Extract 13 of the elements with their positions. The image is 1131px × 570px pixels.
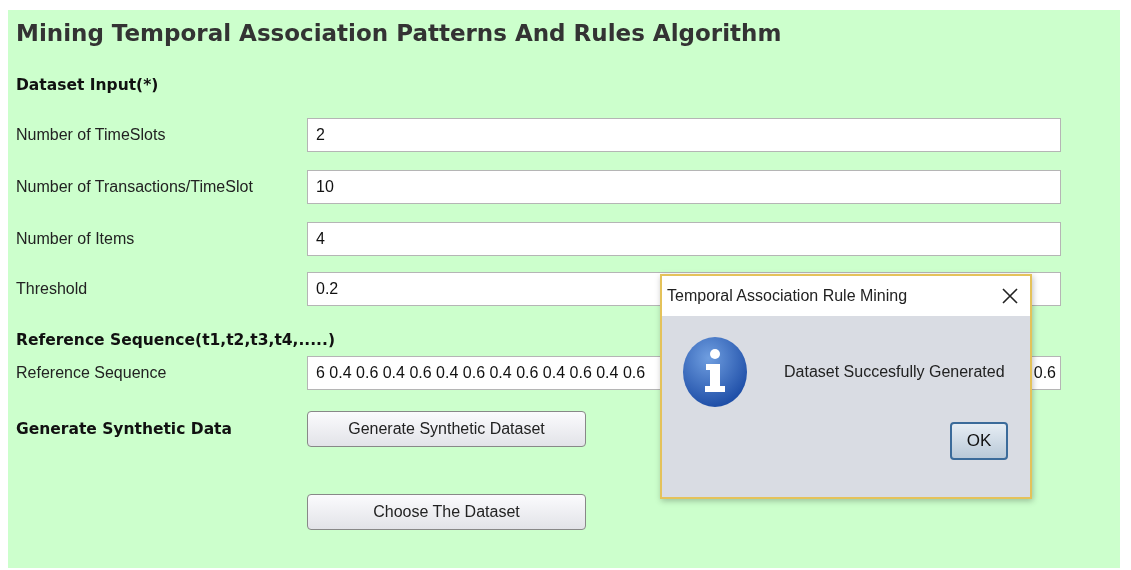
field-value: 6 0.4 0.6 0.4 0.6 0.4 0.6 0.4 0.6 0.4 0.6 0.4 0.6: [316, 364, 646, 382]
field-value: 0.6: [1033, 364, 1056, 382]
section-heading: Dataset Input(*): [16, 75, 160, 96]
field-label: Threshold: [16, 280, 89, 298]
section-heading: Reference Sequence(t1,t2,t3,t4,.....): [16, 330, 336, 350]
field-label: Reference Sequence: [16, 364, 168, 382]
field-label: Number of Items: [16, 230, 136, 248]
section-heading: Generate Synthetic Data: [16, 419, 233, 440]
field-label: Number of Transactions/TimeSlot: [16, 178, 254, 196]
app-title: Mining Temporal Association Patterns And Rules Algorithm: [16, 19, 783, 48]
dialog-title: Temporal Association Rule Mining: [667, 287, 908, 305]
dialog-message: Dataset Succesfully Generated: [784, 363, 1005, 381]
field-label: Number of TimeSlots: [16, 126, 167, 144]
